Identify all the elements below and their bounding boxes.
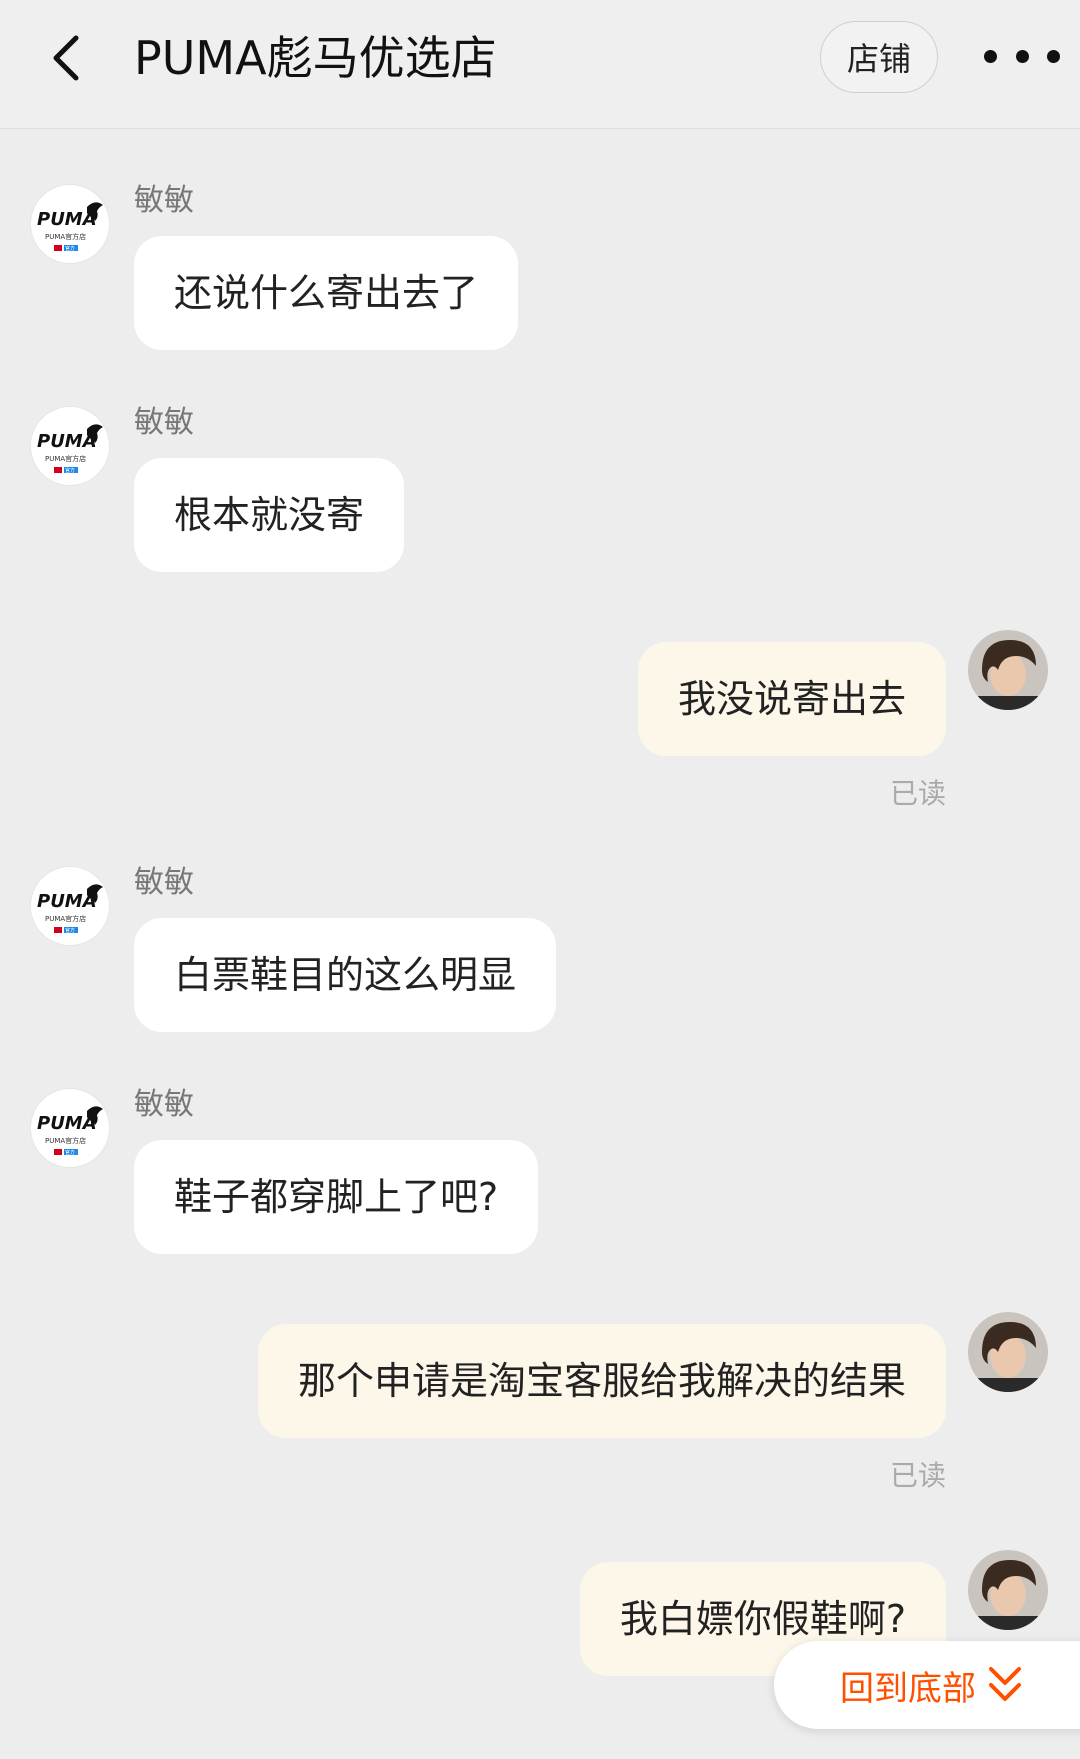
message-bubble[interactable]: 还说什么寄出去了 bbox=[134, 236, 519, 350]
puma-logo-icon: PUMA PUMA官方店 官方 bbox=[37, 1106, 103, 1156]
store-avatar[interactable]: PUMA PUMA官方店 官方 bbox=[30, 1088, 110, 1168]
read-status: 已读 bbox=[889, 777, 946, 810]
store-avatar[interactable]: PUMA PUMA官方店 官方 bbox=[30, 184, 110, 264]
chevron-left-icon bbox=[53, 35, 79, 81]
message-list[interactable]: PUMA PUMA官方店 官方 敏敏 还说什么寄出去了 PUMA PUMA官方店… bbox=[0, 130, 1080, 1759]
svg-text:PUMA官方店: PUMA官方店 bbox=[45, 232, 86, 241]
read-status: 已读 bbox=[889, 1459, 946, 1492]
message-bubble[interactable]: 那个申请是淘宝客服给我解决的结果 bbox=[257, 1324, 946, 1438]
scroll-to-bottom-button[interactable]: 回到底部 bbox=[774, 1641, 1080, 1729]
svg-text:官方: 官方 bbox=[65, 927, 75, 934]
puma-logo-icon: PUMA PUMA官方店 官方 bbox=[37, 884, 103, 934]
chat-title: PUMA彪马优选店 bbox=[134, 31, 497, 85]
message-bubble[interactable]: 我没说寄出去 bbox=[637, 642, 946, 756]
back-button[interactable] bbox=[40, 28, 90, 88]
store-avatar[interactable]: PUMA PUMA官方店 官方 bbox=[30, 866, 110, 946]
user-avatar[interactable] bbox=[968, 1550, 1048, 1630]
top-bar: PUMA彪马优选店 店铺 bbox=[0, 0, 1080, 129]
svg-text:官方: 官方 bbox=[65, 1149, 75, 1156]
svg-text:PUMA官方店: PUMA官方店 bbox=[45, 914, 86, 923]
svg-text:PUMA官方店: PUMA官方店 bbox=[45, 454, 86, 463]
store-avatar[interactable]: PUMA PUMA官方店 官方 bbox=[30, 406, 110, 486]
message-bubble[interactable]: 白票鞋目的这么明显 bbox=[134, 918, 557, 1032]
svg-text:PUMA官方店: PUMA官方店 bbox=[45, 1136, 86, 1145]
user-avatar[interactable] bbox=[968, 1312, 1048, 1392]
sender-name: 敏敏 bbox=[134, 1087, 194, 1122]
message-bubble[interactable]: 根本就没寄 bbox=[134, 458, 405, 572]
sender-name: 敏敏 bbox=[134, 183, 194, 218]
sender-name: 敏敏 bbox=[134, 865, 194, 900]
puma-logo-icon: PUMA PUMA官方店 官方 bbox=[37, 424, 103, 474]
puma-logo-icon: PUMA PUMA官方店 官方 bbox=[37, 202, 103, 252]
double-chevron-down-icon bbox=[989, 1667, 1021, 1701]
sender-name: 敏敏 bbox=[134, 405, 194, 440]
message-bubble[interactable]: 鞋子都穿脚上了吧? bbox=[134, 1140, 539, 1254]
more-options-icon[interactable] bbox=[984, 36, 1060, 76]
scroll-to-bottom-label: 回到底部 bbox=[840, 1668, 976, 1709]
svg-text:官方: 官方 bbox=[65, 245, 75, 252]
user-avatar[interactable] bbox=[968, 630, 1048, 710]
store-button[interactable]: 店铺 bbox=[820, 21, 938, 93]
svg-text:官方: 官方 bbox=[65, 467, 75, 474]
